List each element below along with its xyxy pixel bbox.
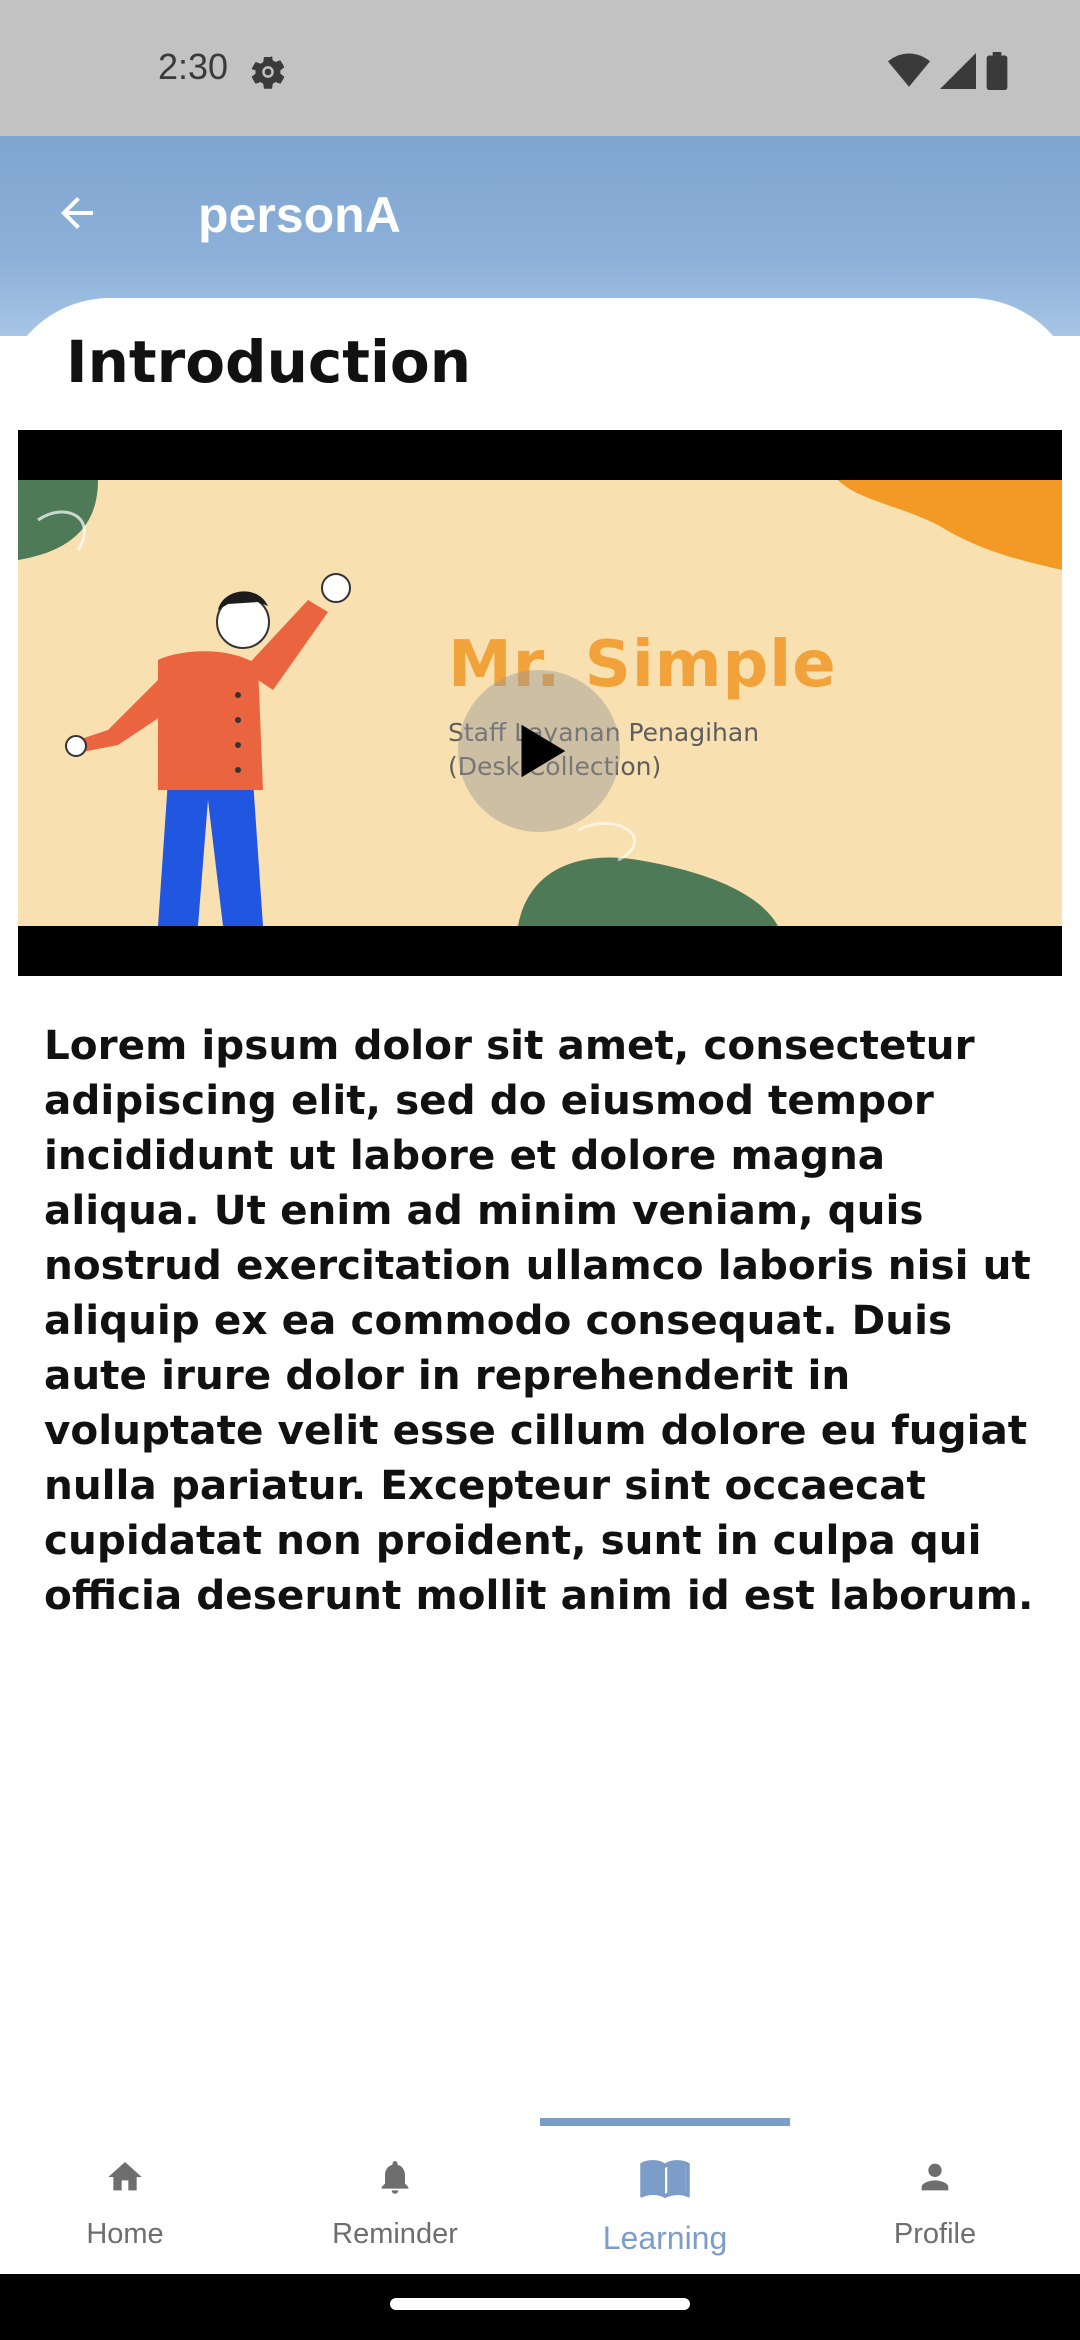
section-title: Introduction (66, 328, 471, 396)
system-gesture-bar (0, 2274, 1080, 2340)
app-title: personA (198, 187, 401, 243)
nav-label-reminder: Reminder (332, 2218, 458, 2250)
wifi-icon (888, 53, 930, 87)
settings-gear-icon (251, 56, 285, 89)
video-thumbnail: Mr. Simple Staff Layanan Penagihan (Desk… (18, 480, 1062, 926)
body-paragraph: Lorem ipsum dolor sit amet, consectetur … (44, 1021, 1034, 1619)
bottom-navigation: Home Reminder Learning Profile (0, 2110, 1080, 2274)
nav-item-profile[interactable]: Profile (810, 2150, 1060, 2260)
book-icon (638, 2150, 692, 2204)
home-icon (98, 2150, 152, 2204)
active-tab-indicator (540, 2118, 790, 2126)
battery-icon (986, 52, 1008, 90)
nav-label-learning: Learning (602, 2220, 728, 2256)
nav-item-home[interactable]: Home (0, 2150, 250, 2260)
back-button[interactable] (40, 176, 114, 250)
status-bar: 2:30 (0, 0, 1080, 136)
home-gesture-handle[interactable] (390, 2298, 690, 2310)
person-icon (908, 2150, 962, 2204)
bell-icon (368, 2150, 422, 2204)
play-button[interactable] (458, 670, 620, 832)
nav-item-learning[interactable]: Learning (540, 2150, 790, 2260)
play-icon (521, 724, 566, 778)
arrow-back-icon (61, 197, 93, 229)
nav-label-profile: Profile (893, 2218, 977, 2250)
video-player[interactable]: Mr. Simple Staff Layanan Penagihan (Desk… (18, 430, 1062, 976)
screen: 2:30 personA Introduction Mr. Simple Sta… (0, 0, 1080, 2340)
nav-item-reminder[interactable]: Reminder (270, 2150, 520, 2260)
cellular-signal-icon (940, 53, 976, 89)
nav-label-home: Home (86, 2218, 164, 2250)
status-time: 2:30 (158, 46, 229, 87)
status-icons (888, 52, 1008, 90)
